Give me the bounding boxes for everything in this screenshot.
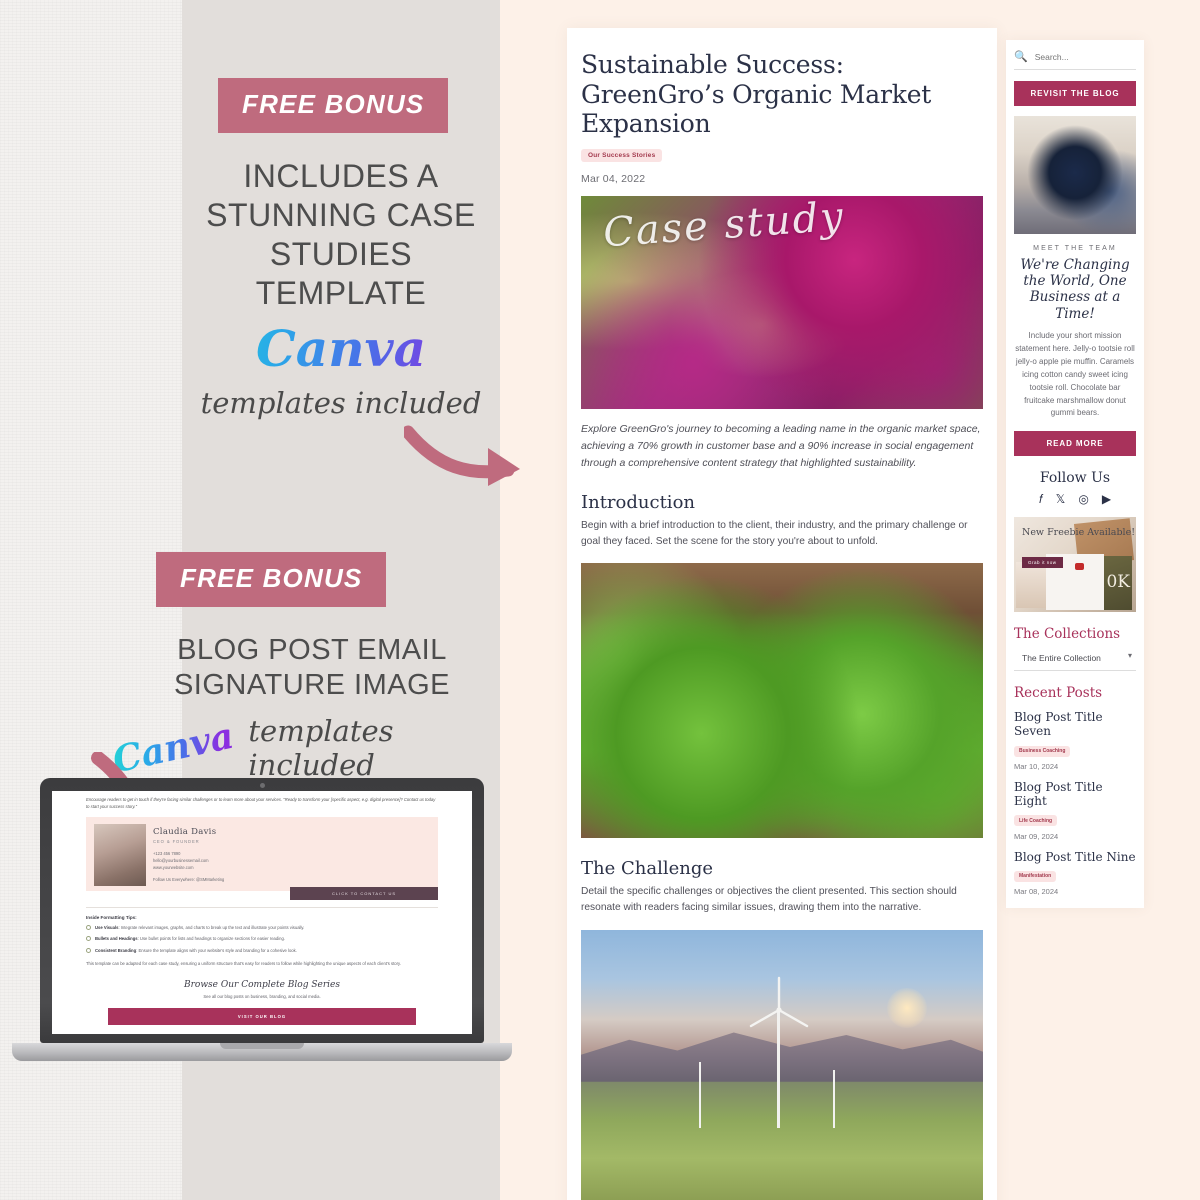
revisit-blog-button[interactable]: REVISIT THE BLOG — [1014, 81, 1136, 106]
turbine-blades-icon — [749, 976, 809, 1027]
canva-logo-text-1: Canva — [182, 319, 500, 378]
hero-script-label: Case study — [601, 195, 847, 256]
tip-item: Bullets and Headings: Use bullet points … — [86, 936, 438, 942]
browse-series-subtitle: See all our blog posts on business, bran… — [203, 994, 321, 1000]
browse-series-title: Browse Our Complete Blog Series — [184, 980, 340, 991]
x-icon[interactable]: 𝕏 — [1056, 493, 1066, 505]
team-heading: We're Changing the World, One Business a… — [1020, 257, 1130, 322]
signature-email: hello@yourbusinessemail.com — [153, 857, 209, 863]
divider — [86, 907, 438, 908]
recent-post-tag[interactable]: Life Coaching — [1014, 815, 1058, 827]
hero-image-purple-cauliflower: Case study — [581, 195, 983, 409]
search-input[interactable] — [1034, 51, 1136, 62]
laptop-notch — [220, 1043, 304, 1049]
list-item[interactable]: Blog Post Title Eight Life Coaching Mar … — [1014, 780, 1136, 841]
blog-post-card: Sustainable Success: GreenGro’s Organic … — [567, 28, 997, 1200]
page-title: Sustainable Success: GreenGro’s Organic … — [581, 50, 932, 138]
collections-heading: The Collections — [1014, 626, 1121, 643]
post-excerpt: Explore GreenGro's journey to becoming a… — [581, 422, 981, 469]
tip-text: Integrate relevant images, graphs, and c… — [120, 925, 305, 930]
signature-avatar — [94, 824, 146, 886]
recent-posts-heading: Recent Posts — [1014, 685, 1103, 702]
laptop-lid: Encourage readers to get in touch if the… — [40, 778, 484, 1043]
youtube-icon[interactable]: ▶ — [1102, 493, 1111, 505]
email-lead-text: Encourage readers to get in touch if the… — [86, 797, 436, 809]
follow-us-heading: Follow Us — [1039, 470, 1111, 487]
section-body-challenge: Detail the specific challenges or object… — [581, 886, 957, 914]
collections-select[interactable]: The Entire Collection — [1014, 646, 1136, 672]
freebie-button[interactable]: Grab it now — [1022, 557, 1063, 569]
meet-the-team-eyebrow: MEET THE TEAM — [1033, 245, 1117, 252]
signature-name: Claudia Davis — [153, 827, 217, 837]
facebook-icon[interactable]: 𝑓 — [1039, 493, 1043, 505]
promo-heading-2: BLOG POST EMAIL SIGNATURE IMAGE — [173, 634, 451, 702]
templates-included-text-1: templates included — [200, 386, 482, 421]
promo-heading-1: INCLUDES A STUNNING CASE STUDIES TEMPLAT… — [206, 158, 476, 312]
laptop-base — [12, 1043, 512, 1061]
wind-turbine — [699, 1061, 701, 1128]
free-bonus-badge-2: FREE BONUS — [156, 552, 387, 607]
tip-item: Use Visuals: Integrate relevant images, … — [86, 925, 438, 931]
recent-post-date: Mar 09, 2024 — [1014, 831, 1059, 841]
check-icon — [86, 936, 91, 942]
search-icon: 🔍 — [1014, 51, 1028, 63]
free-bonus-badge-1: FREE BONUS — [218, 78, 449, 133]
check-icon — [86, 925, 91, 930]
team-mission-text: Include your short mission statement her… — [1015, 330, 1135, 418]
tip-label: Bullets and Headings — [95, 936, 138, 942]
freebie-title: New Freebie Available! — [1022, 527, 1136, 539]
team-photo — [1014, 116, 1136, 234]
youtube-badge-icon — [1075, 563, 1084, 571]
recent-post-tag[interactable]: Business Coaching — [1014, 745, 1071, 757]
signature-phone: +123 456 7890 — [153, 851, 181, 856]
check-icon — [86, 947, 91, 953]
section-body-introduction: Begin with a brief introduction to the c… — [581, 519, 968, 547]
tip-item: Consistent Branding: Ensure the template… — [86, 947, 438, 954]
section-image-wind-turbines — [581, 929, 983, 1200]
collections-select-wrapper[interactable]: The Entire Collection ▾ — [1014, 642, 1136, 672]
search-bar[interactable]: 🔍 — [1014, 50, 1136, 70]
recent-post-title[interactable]: Blog Post Title Seven — [1014, 711, 1136, 739]
category-badge[interactable]: Our Success Stories — [581, 148, 663, 162]
section-image-lettuce-field — [581, 563, 983, 839]
instagram-icon[interactable]: ◎ — [1078, 493, 1088, 505]
freebie-promo-image[interactable]: 10K New Freebie Available! Grab it now — [1014, 517, 1136, 613]
sun-glow — [887, 987, 927, 1028]
promo-block-email-signature: FREE BONUS BLOG POST EMAIL SIGNATURE IMA… — [109, 552, 512, 782]
promo-block-case-studies: FREE BONUS INCLUDES A STUNNING CASE STUD… — [182, 78, 500, 420]
signature-role: CEO & FOUNDER — [153, 839, 200, 844]
contact-us-button[interactable]: CLICK TO CONTACT US — [290, 887, 438, 900]
wind-turbine — [833, 1069, 835, 1128]
email-signature-preview: Encourage readers to get in touch if the… — [52, 791, 472, 1034]
list-item[interactable]: Blog Post Title Seven Business Coaching … — [1014, 711, 1136, 771]
laptop-camera-icon — [259, 783, 265, 788]
signature-follow: Follow Us Everywhere: @SMMarketing — [153, 877, 225, 883]
list-item[interactable]: Blog Post Title Nine Manifestation Mar 0… — [1014, 850, 1136, 897]
templates-included-text-2: templates included — [248, 713, 394, 782]
section-heading-introduction: Introduction — [581, 491, 695, 513]
recent-post-date: Mar 10, 2024 — [1014, 762, 1059, 772]
curved-arrow-right-icon — [404, 425, 520, 486]
read-more-button[interactable]: READ MORE — [1014, 431, 1136, 457]
closing-text: This template can be adapted for each ca… — [86, 960, 401, 966]
blog-sidebar: 🔍 REVISIT THE BLOG MEET THE TEAM We're C… — [1006, 40, 1144, 909]
recent-post-title[interactable]: Blog Post Title Nine — [1014, 850, 1136, 865]
tip-label: Consistent Branding — [95, 947, 137, 953]
recent-post-title[interactable]: Blog Post Title Eight — [1014, 780, 1136, 809]
formatting-tips-title: Inside Formatting Tips: — [86, 915, 137, 920]
laptop-screen: Encourage readers to get in touch if the… — [52, 791, 472, 1034]
signature-website: www.yourwebsite.com — [153, 864, 194, 870]
tip-text: Use bullet points for lists and headings… — [139, 936, 285, 942]
tip-label: Use Visuals — [95, 925, 119, 930]
tip-text: Ensure the template aligns with your web… — [138, 947, 297, 953]
social-links: 𝑓 𝕏 ◎ ▶ — [1014, 493, 1136, 505]
email-signature-card: Claudia Davis CEO & FOUNDER +123 456 789… — [86, 817, 438, 900]
section-heading-challenge: The Challenge — [581, 858, 714, 880]
freebie-card-strip — [1016, 562, 1046, 609]
laptop-mockup: Encourage readers to get in touch if the… — [12, 778, 512, 1061]
post-date: Mar 04, 2022 — [581, 172, 646, 185]
visit-blog-button[interactable]: VISIT OUR BLOG — [108, 1008, 416, 1026]
recent-post-tag[interactable]: Manifestation — [1014, 870, 1057, 882]
recent-post-date: Mar 08, 2024 — [1014, 887, 1059, 897]
